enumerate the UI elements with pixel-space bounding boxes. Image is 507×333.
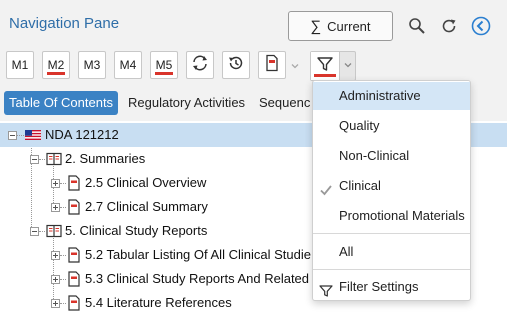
filter-button[interactable] bbox=[311, 52, 340, 80]
module-m1-button[interactable]: M1 bbox=[6, 51, 34, 79]
expand-toggle[interactable] bbox=[51, 275, 60, 284]
tab-table-of-contents[interactable]: Table Of Contents bbox=[4, 91, 119, 115]
module-label: M3 bbox=[83, 58, 101, 72]
document-icon bbox=[66, 295, 82, 311]
expand-toggle[interactable] bbox=[51, 179, 60, 188]
module-m3-button[interactable]: M3 bbox=[78, 51, 106, 79]
sync-icon bbox=[191, 54, 209, 77]
filter-option-clinical[interactable]: Clinical bbox=[313, 172, 470, 200]
menu-divider bbox=[313, 269, 470, 270]
collapse-toggle[interactable] bbox=[30, 155, 39, 164]
current-button-label: Current bbox=[327, 18, 371, 34]
filter-menu: Administrative Quality Non-Clinical Clin… bbox=[312, 80, 471, 301]
document-icon bbox=[66, 175, 82, 191]
filter-option-promotional-materials[interactable]: Promotional Materials bbox=[313, 202, 470, 230]
toolbar: M1 M2 M3 M4 M5 bbox=[0, 46, 507, 84]
pane-title: Navigation Pane bbox=[9, 15, 120, 32]
title-bar: Navigation Pane ∑ Current bbox=[0, 0, 507, 46]
filter-option-quality[interactable]: Quality bbox=[313, 112, 470, 140]
collapse-pane-icon[interactable] bbox=[470, 15, 492, 37]
expand-toggle[interactable] bbox=[51, 203, 60, 212]
module-label: M5 bbox=[155, 58, 173, 72]
filter-button-group bbox=[310, 51, 356, 81]
collapse-toggle[interactable] bbox=[8, 131, 17, 140]
menu-divider bbox=[313, 233, 470, 234]
active-indicator bbox=[47, 72, 65, 75]
chevron-down-icon[interactable] bbox=[289, 60, 301, 72]
active-indicator bbox=[314, 74, 336, 77]
tab-regulatory-activities[interactable]: Regulatory Activities bbox=[123, 91, 250, 115]
filter-option-non-clinical[interactable]: Non-Clinical bbox=[313, 142, 470, 170]
module-m4-button[interactable]: M4 bbox=[114, 51, 142, 79]
book-icon bbox=[46, 223, 62, 239]
history-icon bbox=[227, 54, 245, 77]
document-icon bbox=[66, 199, 82, 215]
tree-node-label: 2. Summaries bbox=[65, 151, 146, 166]
tree-connector bbox=[39, 231, 45, 232]
document-icon bbox=[66, 271, 82, 287]
checkmark-icon bbox=[319, 179, 333, 196]
tree-node-label: 5. Clinical Study Reports bbox=[65, 223, 208, 238]
search-icon[interactable] bbox=[406, 15, 428, 37]
us-flag-icon bbox=[25, 127, 41, 143]
module-label: M4 bbox=[119, 58, 137, 72]
expand-toggle[interactable] bbox=[51, 251, 60, 260]
module-label: M1 bbox=[11, 58, 29, 72]
chevron-down-icon bbox=[343, 57, 353, 75]
filter-settings-label: Filter Settings bbox=[339, 279, 419, 294]
module-label: M2 bbox=[47, 58, 65, 72]
refresh-icon[interactable] bbox=[438, 15, 460, 37]
tree-node-label: 2.5 Clinical Overview bbox=[85, 175, 207, 190]
tree-node-label: 2.7 Clinical Summary bbox=[85, 199, 208, 214]
tree-node-label: 5.3 Clinical Study Reports And Related bbox=[85, 271, 310, 286]
tab-sequences[interactable]: Sequenc bbox=[254, 91, 315, 115]
tree-node-label: 5.4 Literature References bbox=[85, 295, 232, 310]
module-m2-button[interactable]: M2 bbox=[42, 51, 70, 79]
tree-node-label: NDA 121212 bbox=[45, 127, 119, 142]
history-button[interactable] bbox=[222, 51, 250, 79]
module-m5-button[interactable]: M5 bbox=[150, 51, 178, 79]
filter-dropdown-toggle[interactable] bbox=[340, 52, 355, 80]
tree-connector bbox=[17, 135, 24, 136]
expand-toggle[interactable] bbox=[51, 299, 60, 308]
document-icon bbox=[66, 247, 82, 263]
filter-option-administrative[interactable]: Administrative bbox=[313, 82, 470, 110]
filter-icon bbox=[319, 280, 333, 297]
document-view-button[interactable] bbox=[258, 51, 286, 79]
collapse-toggle[interactable] bbox=[30, 227, 39, 236]
sync-button[interactable] bbox=[186, 51, 214, 79]
document-red-icon bbox=[264, 54, 280, 77]
active-indicator bbox=[155, 72, 173, 75]
tree-connector bbox=[39, 159, 45, 160]
filter-option-all[interactable]: All bbox=[313, 238, 470, 266]
filter-option-label: Clinical bbox=[339, 178, 381, 193]
book-icon bbox=[46, 151, 62, 167]
current-button[interactable]: ∑ Current bbox=[288, 11, 393, 41]
filter-settings-item[interactable]: Filter Settings bbox=[313, 273, 470, 301]
tree-node-label: 5.2 Tabular Listing Of All Clinical Stud… bbox=[85, 247, 311, 262]
sigma-icon: ∑ bbox=[310, 17, 322, 35]
